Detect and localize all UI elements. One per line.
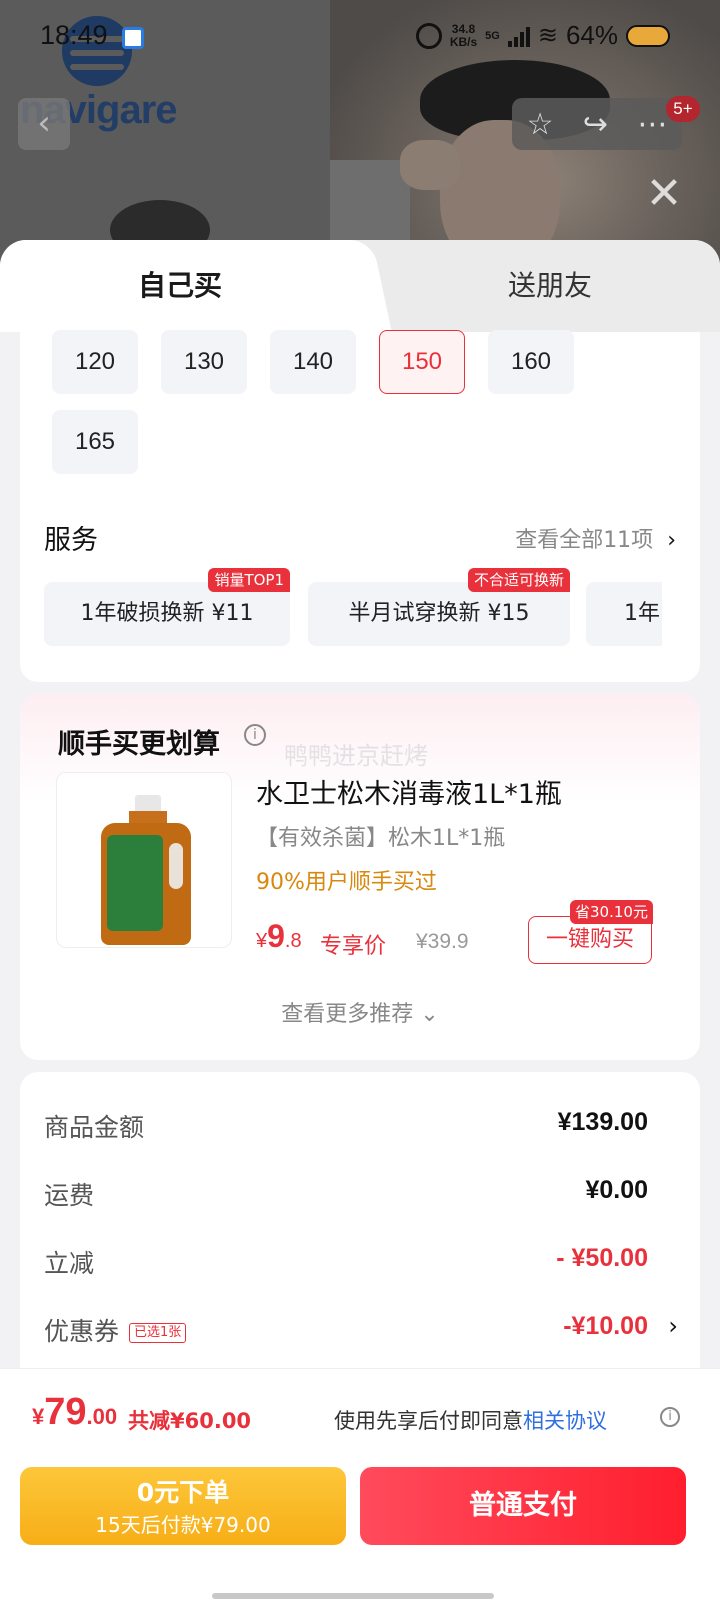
watermark: 鸭鸭进京赶烤 (284, 742, 428, 770)
size-option[interactable]: 130 (161, 330, 247, 394)
price-integer: 9 (267, 918, 285, 954)
total-saved: 共减¥60.00 (128, 1409, 252, 1433)
service-title: 服务 (44, 525, 98, 556)
size-option-selected[interactable]: 150 (379, 330, 465, 394)
more-dots-icon[interactable]: ⋯ (637, 107, 667, 142)
summary-value: -¥10.00 (563, 1312, 648, 1340)
service-option-label: 1年[ (624, 601, 660, 626)
pay-later-button[interactable]: 0元下单 15天后付款¥79.00 (20, 1467, 346, 1545)
notification-app-icon (122, 27, 144, 49)
tab-buy-self[interactable]: 自己买 (0, 240, 360, 332)
normal-pay-button[interactable]: 普通支付 (360, 1467, 686, 1545)
more-recommend-link[interactable]: 查看更多推荐 ⌄ (20, 996, 700, 1028)
favorite-star-icon[interactable]: ☆ (527, 107, 554, 142)
checkout-bar: ¥79.00 共减¥60.00 使用先享后付即同意相关协议 i 0元下单 15天… (0, 1368, 720, 1600)
recommend-card: 顺手买更划算 i 鸭鸭进京赶烤 水卫士松木消毒液1L*1瓶 【有效杀菌】松木1L… (20, 694, 700, 1060)
service-view-all[interactable]: 查看全部11项 › (515, 522, 676, 554)
summary-label: 运费 (44, 1181, 95, 1210)
total-price: ¥79.00 (32, 1391, 117, 1434)
disinfectant-bottle-icon (101, 795, 191, 945)
top-action-group: ☆ ↪ ⋯ (512, 98, 682, 150)
summary-value: ¥0.00 (585, 1176, 648, 1204)
save-amount-tag: 省30.10元 (570, 900, 653, 924)
chevron-left-icon: ‹ (37, 103, 51, 143)
size-option[interactable]: 165 (52, 410, 138, 474)
net-speed-unit: KB/s (449, 34, 478, 49)
signal-icon (507, 25, 530, 47)
summary-row-shipping: 运费 ¥0.00 (44, 1176, 648, 1216)
service-view-all-label: 查看全部11项 (515, 528, 654, 553)
total-decimal: .00 (86, 1404, 118, 1429)
summary-row-discount: 立减 - ¥50.00 (44, 1244, 648, 1284)
service-option-label: 半月试穿换新 ¥15 (348, 601, 530, 626)
product-spec: 【有效杀菌】松木1L*1瓶 (256, 826, 506, 851)
network-type: 5G (485, 29, 500, 42)
status-bar: 18:49 34.8 KB/s 5G ≋ 64% (0, 0, 720, 76)
agreement-link[interactable]: 相关协议 (523, 1409, 607, 1433)
share-icon[interactable]: ↪ (583, 107, 608, 142)
total-integer: 79 (44, 1391, 87, 1433)
service-option[interactable]: 1年[ (586, 582, 662, 646)
summary-value: - ¥50.00 (556, 1244, 648, 1272)
purchase-tabs: 自己买 送朋友 (0, 240, 720, 332)
size-option[interactable]: 120 (52, 330, 138, 394)
pay-later-subtitle: 15天后付款¥79.00 (95, 1513, 271, 1537)
more-recommend-label: 查看更多推荐 (281, 1002, 414, 1027)
agreement-prefix: 使用先享后付即同意 (334, 1409, 523, 1433)
info-icon[interactable]: i (244, 724, 266, 746)
size-option[interactable]: 140 (270, 330, 356, 394)
close-icon[interactable]: ✕ (640, 170, 688, 218)
service-tag: 销量TOP1 (208, 568, 290, 592)
service-tag: 不合适可换新 (467, 568, 570, 592)
photo-hand (400, 140, 460, 190)
product-price: ¥9.8 (256, 918, 302, 955)
battery-percent: 64% (565, 20, 618, 50)
original-price: ¥39.9 (416, 930, 469, 953)
price-currency: ¥ (256, 930, 268, 952)
wifi-icon: ≋ (537, 22, 558, 49)
sku-service-card: 120 130 140 150 160 165 服务 查看全部11项 › 1年破损… (20, 330, 700, 682)
agreement-text: 使用先享后付即同意相关协议 (334, 1405, 607, 1435)
summary-row-goods: 商品金额 ¥139.00 (44, 1108, 648, 1148)
price-decimal: .8 (284, 930, 302, 952)
chevron-right-icon: › (667, 528, 676, 553)
total-currency: ¥ (32, 1404, 45, 1429)
net-speed-value: 34.8 (451, 21, 476, 36)
recommend-title: 顺手买更划算 (58, 729, 220, 760)
pay-later-title: 0元下单 (136, 1478, 230, 1507)
size-option[interactable]: 160 (488, 330, 574, 394)
battery-icon (626, 24, 670, 47)
summary-value: ¥139.00 (557, 1108, 648, 1136)
summary-label: 立减 (44, 1249, 95, 1278)
price-summary-card: 商品金额 ¥139.00 运费 ¥0.00 立减 - ¥50.00 优惠券 已选1… (20, 1072, 700, 1392)
product-thumbnail[interactable] (56, 772, 232, 948)
coupon-selected-tag: 已选1张 (129, 1323, 187, 1343)
net-speed: 34.8 KB/s (449, 21, 478, 49)
back-button[interactable]: ‹ (18, 98, 70, 150)
chevron-down-icon: ⌄ (420, 1002, 439, 1027)
product-users-note: 90%用户顺手买过 (256, 870, 437, 895)
summary-label: 商品金额 (44, 1113, 145, 1142)
info-icon[interactable]: i (660, 1407, 680, 1427)
service-option[interactable]: 1年破损换新 ¥11 销量TOP1 (44, 568, 290, 646)
summary-label: 优惠券 (44, 1317, 120, 1346)
price-label: 专享价 (320, 934, 387, 959)
service-option[interactable]: 半月试穿换新 ¥15 不合适可换新 (308, 568, 570, 646)
status-time: 18:49 (40, 20, 108, 50)
service-option-label: 1年破损换新 ¥11 (80, 601, 254, 626)
chevron-right-icon: › (668, 1312, 678, 1340)
home-indicator[interactable] (212, 1593, 494, 1599)
tab-gift-friend[interactable]: 送朋友 (380, 240, 720, 332)
summary-row-coupon[interactable]: 优惠券 已选1张 -¥10.00 › (44, 1312, 678, 1352)
message-count-badge: 5+ (666, 96, 700, 122)
alarm-icon (415, 22, 442, 49)
product-name[interactable]: 水卫士松木消毒液1L*1瓶 (256, 772, 562, 811)
